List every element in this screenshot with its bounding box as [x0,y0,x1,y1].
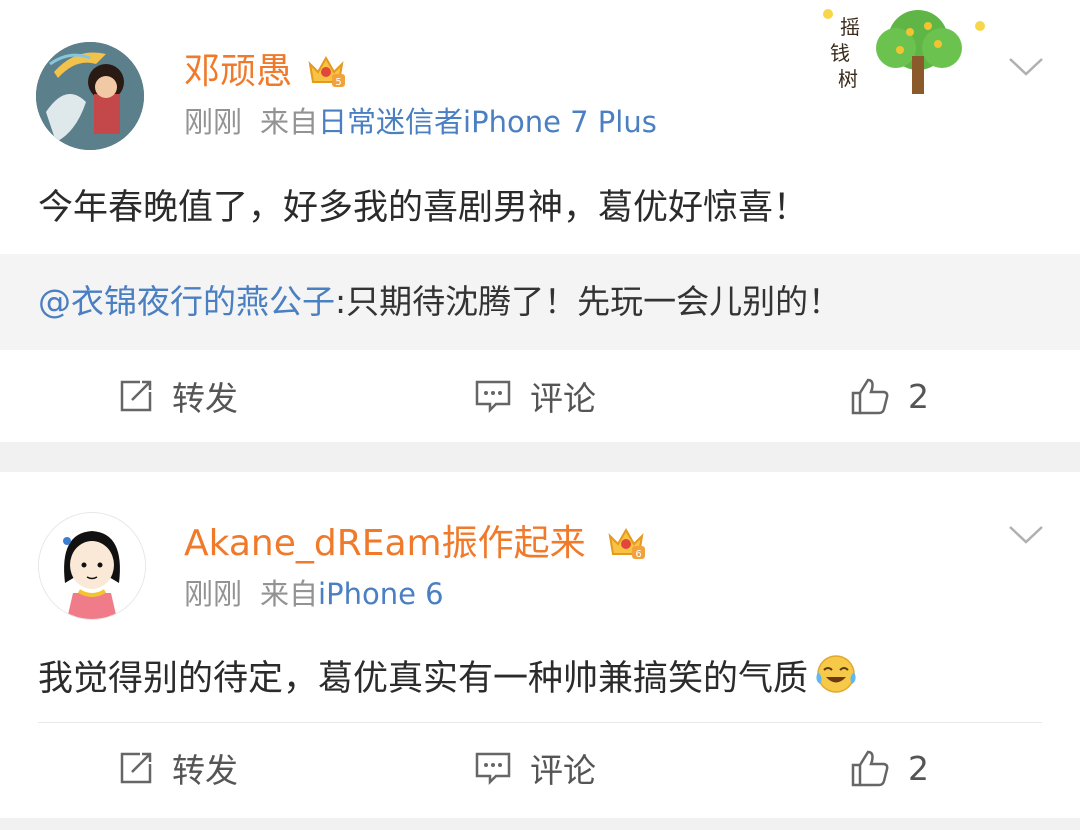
username[interactable]: 邓顽愚 [184,52,292,92]
post-time: 刚刚 [184,577,243,611]
reply-text: @衣锦夜行的燕公子:只期待沈腾了！先玩一会儿别的！ [38,282,841,322]
chevron-down-icon[interactable] [1008,56,1044,78]
comment-button[interactable]: 评论 [474,374,596,418]
post-source[interactable]: iPhone 6 [318,577,444,611]
svg-text:树: 树 [838,67,858,91]
post-content: 我觉得别的待定，葛优真实有一种帅兼搞笑的气质 [38,654,858,701]
repost-icon [120,752,152,784]
post-content: 今年春晚值了，好多我的喜剧男神，葛优好惊喜！ [38,188,809,228]
comment-icon [475,752,511,786]
repost-button[interactable]: 转发 [118,374,238,418]
weibo-post: Akane_dREam振作起来 6 刚刚 来自iPhone 6 我觉得别的待定，葛… [0,472,1080,818]
like-button[interactable]: 2 [850,374,929,418]
repost-button[interactable]: 转发 [118,746,238,790]
divider [38,722,1042,723]
reply-mention[interactable]: @衣锦夜行的燕公子 [38,282,335,321]
like-icon [851,378,889,415]
repost-icon [120,380,152,412]
comment-icon [475,380,511,414]
like-count: 2 [908,376,929,416]
user-avatar[interactable] [36,42,144,150]
vip-crown-icon: 6 [608,527,645,560]
like-count: 2 [908,748,929,788]
vip-crown-icon: 5 [308,55,345,88]
weibo-post: 邓顽愚 5 刚刚 来自日常迷信者iPhone 7 Plus 摇 钱 树 今年春晚值… [0,0,1080,442]
comment-label: 评论 [530,379,596,418]
reply-box[interactable]: @衣锦夜行的燕公子:只期待沈腾了！先玩一会儿别的！ [0,254,1080,350]
chevron-down-icon[interactable] [1008,524,1044,546]
user-avatar[interactable] [38,512,146,620]
money-tree-sticker: 摇 钱 树 [823,9,985,94]
like-icon [851,750,889,787]
post-meta: 刚刚 来自日常迷信者iPhone 7 Plus [184,104,657,140]
post-time: 刚刚 [184,105,243,139]
source-prefix: 来自 [260,105,319,139]
svg-text:钱: 钱 [830,41,850,65]
comment-button[interactable]: 评论 [474,746,596,790]
vip-level: 6 [635,549,641,560]
source-prefix: 来自 [260,577,319,611]
post-source[interactable]: 日常迷信者iPhone 7 Plus [318,105,657,139]
svg-text:摇: 摇 [840,15,860,39]
comment-label: 评论 [530,751,596,790]
post-content-text: 我觉得别的待定，葛优真实有一种帅兼搞笑的气质 [38,659,809,699]
reply-body: :只期待沈腾了！先玩一会儿别的！ [335,282,842,321]
post-meta: 刚刚 来自iPhone 6 [184,576,444,612]
repost-label: 转发 [172,751,238,790]
like-button[interactable]: 2 [850,746,929,790]
vip-level: 5 [335,77,341,88]
repost-label: 转发 [172,379,238,418]
username[interactable]: Akane_dREam振作起来 [184,524,586,564]
laugh-cry-emoji-icon [816,655,856,693]
